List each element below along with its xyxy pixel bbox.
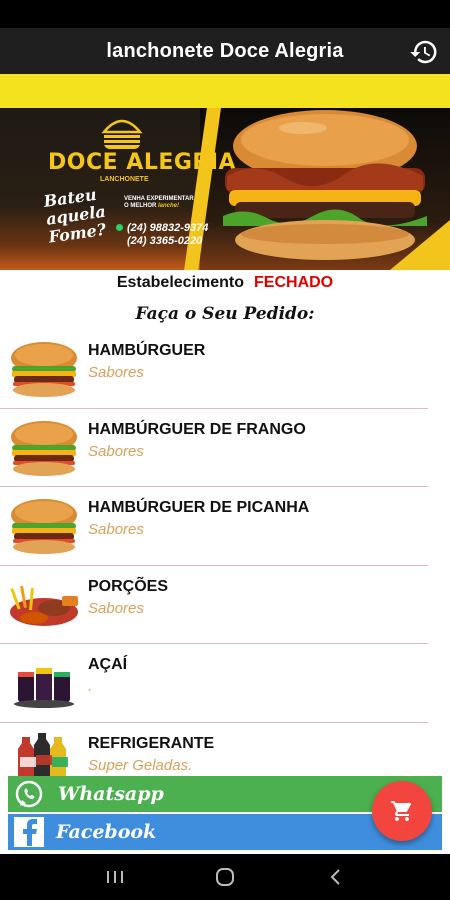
menu-item-subtitle: .	[88, 678, 93, 695]
system-status-bar	[0, 0, 450, 28]
promo-banner: DOCE ALEGRIA LANCHONETE Bateu aquela Fom…	[0, 108, 450, 270]
back-button[interactable]	[315, 862, 355, 892]
menu-item-subtitle: Sabores	[88, 521, 144, 538]
system-nav-bar	[0, 854, 450, 900]
promo-line-1: VENHA EXPERIMENTAR	[124, 196, 194, 202]
whatsapp-label: Whatsapp	[58, 783, 164, 805]
store-status-value: FECHADO	[254, 274, 334, 291]
burger-thumbnail	[11, 420, 77, 476]
recent-apps-icon	[107, 871, 123, 883]
cart-fab[interactable]	[372, 781, 432, 841]
menu-item-hamburguer-de-picanha[interactable]: HAMBÚRGUER DE PICANHA Sabores	[0, 487, 428, 566]
shopping-cart-icon	[391, 801, 412, 821]
menu-item-subtitle: Super Geladas.	[88, 756, 193, 774]
banner-brand-name: DOCE ALEGRIA	[48, 150, 237, 175]
menu-item-porcoes[interactable]: PORÇÕES Sabores	[0, 566, 428, 644]
whatsapp-icon	[12, 777, 46, 811]
acai-thumbnail	[14, 668, 74, 708]
order-heading: Faça o Seu Pedido:	[135, 304, 315, 324]
banner-phones: (24) 98832-9374 (24) 3365-0220	[116, 222, 208, 248]
menu-item-name: HAMBÚRGUER DE FRANGO	[88, 420, 306, 438]
burger-thumbnail	[11, 342, 77, 397]
home-icon	[216, 868, 234, 886]
back-icon	[330, 869, 340, 885]
promo-line-2: O MELHOR	[124, 203, 157, 209]
history-button[interactable]	[408, 36, 440, 68]
whatsapp-dot-icon	[116, 224, 123, 231]
app-title: lanchonete Doce Alegria	[106, 39, 344, 62]
home-button[interactable]	[205, 862, 245, 892]
store-status-label: Estabelecimento	[116, 274, 245, 291]
menu-item-name: PORÇÕES	[88, 577, 169, 595]
menu-item-name: REFRIGERANTE	[88, 734, 215, 752]
facebook-icon	[14, 817, 44, 847]
app-bar: lanchonete Doce Alegria	[0, 28, 450, 74]
menu-item-name: HAMBÚRGUER DE PICANHA	[88, 499, 310, 516]
phone-2: (24) 3365-0220	[127, 235, 203, 247]
menu-item-name: AÇAÍ	[88, 656, 128, 673]
menu-item-acai[interactable]: AÇAÍ .	[0, 644, 428, 723]
portions-thumbnail	[8, 583, 80, 628]
menu-item-subtitle: Sabores	[88, 599, 144, 617]
menu-item-hamburguer[interactable]: HAMBÚRGUER Sabores	[0, 330, 428, 409]
phone-1: (24) 98832-9374	[127, 222, 209, 234]
logo-burger-icon	[101, 119, 143, 149]
menu-item-subtitle: Sabores	[88, 364, 144, 381]
store-status: Estabelecimento FECHADO	[0, 274, 450, 292]
menu-item-name: HAMBÚRGUER	[88, 342, 206, 359]
menu-list: HAMBÚRGUER Sabores HAMBÚRGUER DE FRANGO …	[0, 330, 450, 801]
banner-promo: VENHA EXPERIMENTAR O MELHOR lanche!	[124, 196, 204, 210]
recent-apps-button[interactable]	[95, 862, 135, 892]
promo-accent: lanche!	[158, 203, 180, 209]
menu-item-subtitle: Sabores	[88, 442, 144, 460]
yellow-band	[0, 74, 450, 108]
banner-brand-sub: LANCHONETE	[100, 176, 149, 183]
banner-slogan: Bateu aquela Fome?	[42, 184, 108, 247]
facebook-label: Facebook	[56, 821, 157, 843]
history-icon	[410, 40, 437, 64]
banner-burger-image	[223, 110, 427, 260]
menu-item-hamburguer-de-frango[interactable]: HAMBÚRGUER DE FRANGO Sabores	[0, 409, 428, 487]
burger-thumbnail	[11, 499, 77, 554]
